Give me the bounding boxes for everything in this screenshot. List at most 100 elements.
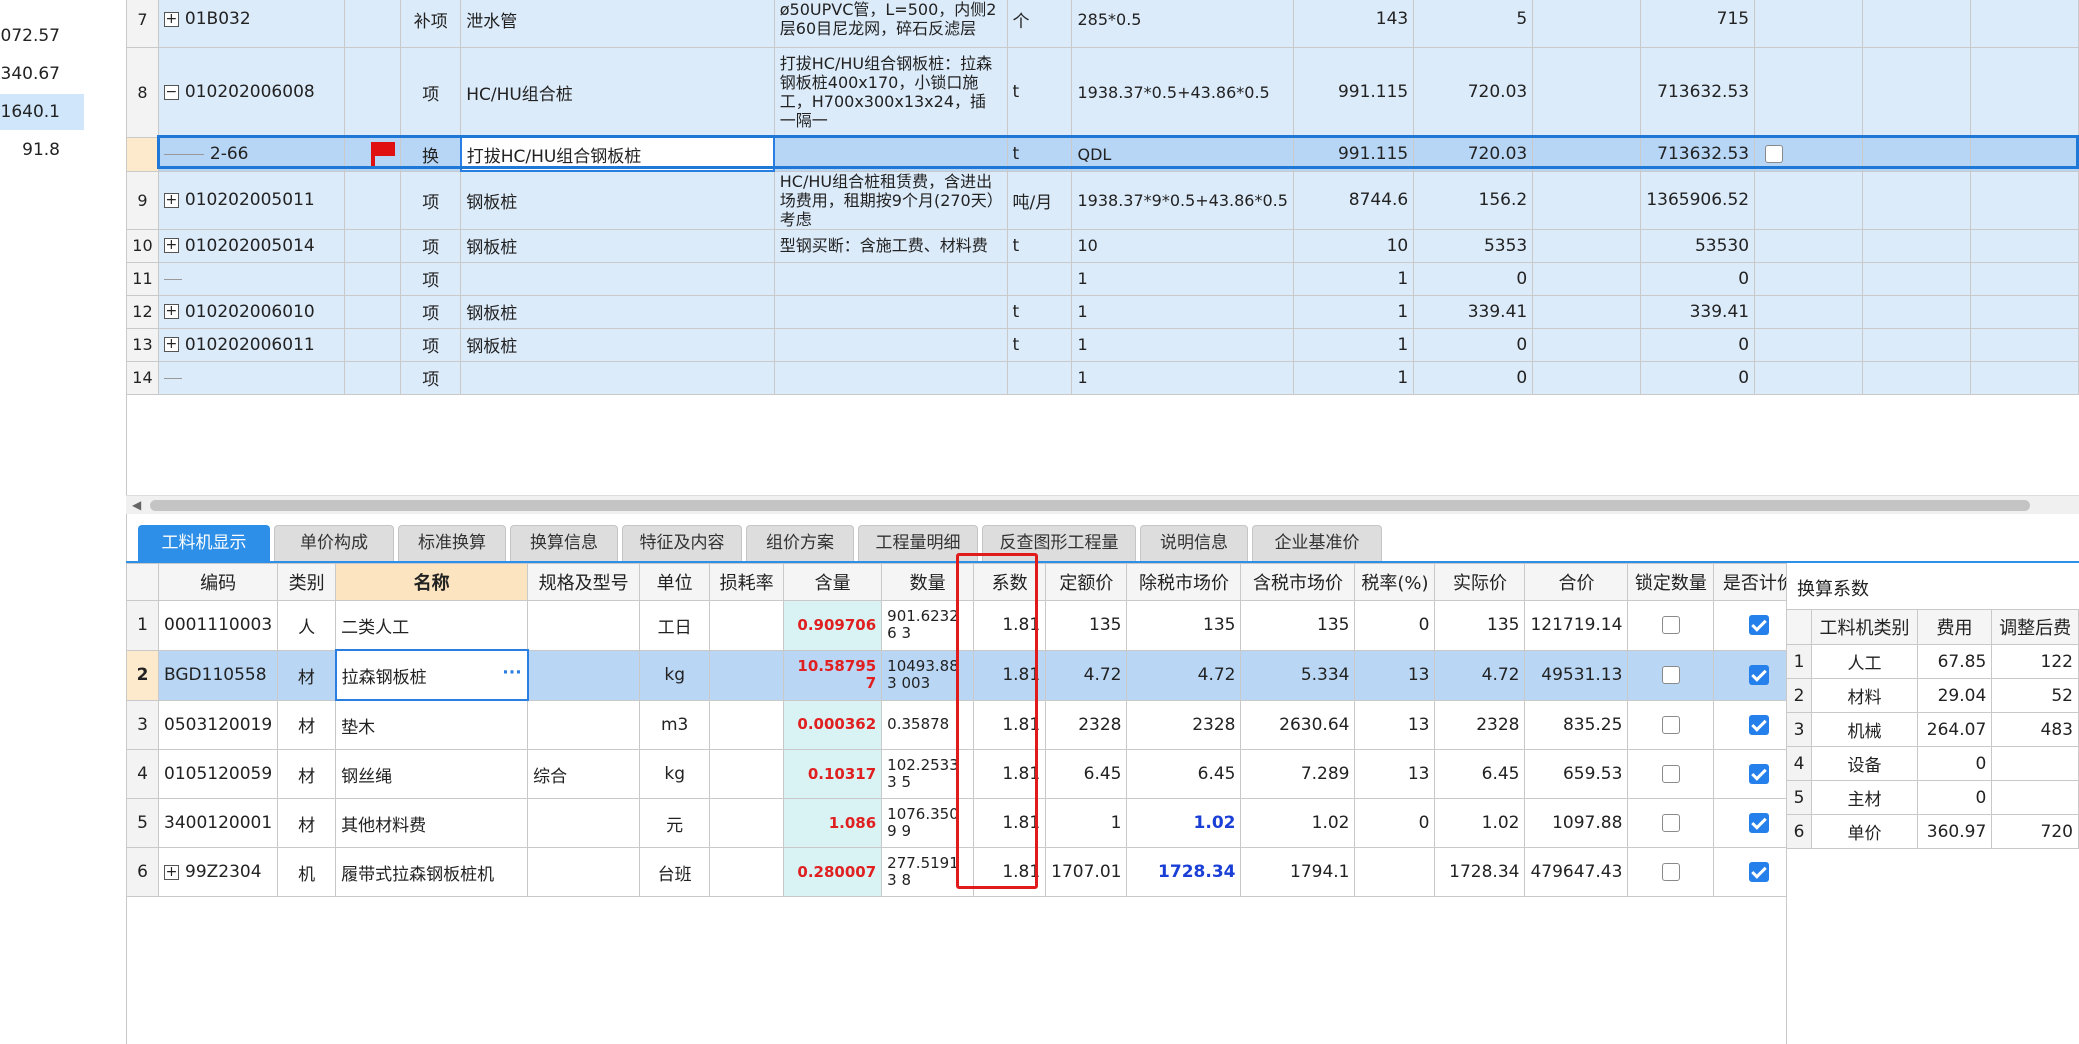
column-header[interactable]: 含税市场价 xyxy=(1240,563,1356,601)
quantity-cell[interactable]: 1 xyxy=(1292,261,1415,296)
tab-7[interactable]: 工程量明细 xyxy=(858,525,978,561)
quantity-expression-cell[interactable]: 1 xyxy=(1071,294,1294,329)
market-price-ex-tax-cell[interactable]: 4.72 xyxy=(1126,649,1242,701)
loss-rate-cell[interactable] xyxy=(709,649,785,701)
column-header[interactable] xyxy=(1785,609,1813,645)
quantity-expression-cell[interactable]: 1 xyxy=(1071,360,1294,395)
item-name-cell[interactable]: HC/HU组合桩 xyxy=(460,47,775,138)
content-cell[interactable]: 0.000362 xyxy=(783,699,883,750)
quantity-expression-cell[interactable]: 1938.37*9*0.5+43.86*0.5 xyxy=(1071,170,1294,230)
resource-code-cell[interactable]: 0105120059 xyxy=(157,749,279,799)
item-code-cell[interactable]: 2-66 xyxy=(157,136,346,172)
pricing-checkbox[interactable] xyxy=(1748,862,1769,882)
lock-quantity-cell[interactable] xyxy=(1627,699,1715,750)
coefficient-row[interactable]: 4 设备 0 xyxy=(1785,746,2079,781)
checkbox-cell[interactable] xyxy=(1754,360,1863,395)
checkbox-cell[interactable] xyxy=(1754,261,1863,296)
item-code-cell[interactable]: −010202006008 xyxy=(157,47,346,138)
scrollbar-thumb[interactable] xyxy=(150,500,2030,511)
loss-rate-cell[interactable] xyxy=(709,847,785,897)
column-header[interactable]: 锁定数量 xyxy=(1627,563,1715,601)
column-header[interactable]: 单位 xyxy=(639,563,711,601)
resource-row[interactable]: 6 +99Z2304 机履带式拉森钢板桩机 台班 0.280007 277.51913 8… xyxy=(126,847,1805,897)
item-name-cell[interactable] xyxy=(460,360,775,395)
coefficient-cell[interactable]: 1.81 xyxy=(973,649,1047,701)
coefficient-row[interactable]: 2 材料 29.04 52 xyxy=(1785,678,2079,713)
quantity-cell[interactable]: 1 xyxy=(1292,327,1415,362)
item-name-cell[interactable]: 钢板桩 xyxy=(460,294,775,329)
resource-name-cell[interactable]: 垫木 xyxy=(335,699,529,750)
lock-quantity-checkbox[interactable] xyxy=(1661,715,1680,734)
resource-code-cell[interactable]: 0503120019 xyxy=(157,699,279,750)
quantity-cell[interactable]: 1 xyxy=(1292,294,1415,329)
item-name-cell[interactable]: 打拔HC/HU组合钢板桩 xyxy=(459,136,776,172)
coefficient-row[interactable]: 5 主材 0 xyxy=(1785,780,2079,815)
lock-quantity-cell[interactable] xyxy=(1627,749,1715,799)
column-header[interactable]: 合价 xyxy=(1524,563,1629,601)
tab-2[interactable]: 单价构成 xyxy=(274,525,394,561)
market-price-ex-tax-cell[interactable]: 6.45 xyxy=(1126,749,1242,799)
left-value-selected[interactable]: 1640.1 xyxy=(0,94,84,130)
checkbox-cell[interactable] xyxy=(1754,170,1863,230)
lock-quantity-checkbox[interactable] xyxy=(1661,814,1680,832)
quantity-expression-cell[interactable]: 285*0.5 xyxy=(1071,0,1294,48)
column-header[interactable]: 定额价 xyxy=(1045,563,1128,601)
column-header[interactable]: 编码 xyxy=(157,563,279,601)
column-header[interactable]: 规格及型号 xyxy=(527,563,641,601)
item-code-cell[interactable] xyxy=(157,261,346,296)
content-cell[interactable]: 0.280007 xyxy=(783,847,883,897)
loss-rate-cell[interactable] xyxy=(709,699,785,750)
checkbox-cell[interactable] xyxy=(1754,228,1863,263)
column-header[interactable]: 费用 xyxy=(1916,609,1993,645)
content-cell[interactable]: 10.58795 7 xyxy=(783,649,883,701)
column-header[interactable]: 损耗率 xyxy=(709,563,785,601)
quantity-expression-cell[interactable]: 1938.37*0.5+43.86*0.5 xyxy=(1071,47,1294,138)
coefficient-row[interactable]: 3 机械 264.07 483 xyxy=(1785,712,2079,747)
quantity-cell[interactable]: 10 xyxy=(1292,228,1415,263)
lock-quantity-checkbox[interactable] xyxy=(1661,765,1680,783)
item-name-cell[interactable]: 钢板桩 xyxy=(460,228,775,263)
quantity-cell[interactable]: 991.115 xyxy=(1292,47,1415,138)
expand-icon[interactable]: + xyxy=(163,337,179,352)
market-price-ex-tax-cell[interactable]: 1728.34 xyxy=(1126,847,1242,897)
checkbox-cell[interactable] xyxy=(1754,0,1863,48)
resource-row[interactable]: 5 3400120001 材其他材料费元 1.086 1076.3509 9 1.81 1 1… xyxy=(126,798,1805,848)
tab-6[interactable]: 组价方案 xyxy=(746,525,854,561)
market-price-ex-tax-cell[interactable]: 1.02 xyxy=(1126,798,1242,848)
resource-name-cell[interactable]: 拉森钢板桩 ··· xyxy=(334,649,529,701)
column-header[interactable] xyxy=(126,563,159,601)
column-header[interactable]: 系数 xyxy=(973,563,1047,601)
resource-code-cell[interactable]: 3400120001 xyxy=(157,798,279,848)
lock-quantity-cell[interactable] xyxy=(1627,798,1715,848)
quantity-expression-cell[interactable]: 1 xyxy=(1071,327,1294,362)
item-code-cell[interactable]: +01B032 xyxy=(157,0,346,48)
loss-rate-cell[interactable] xyxy=(709,600,785,651)
coefficient-cell[interactable]: 1.81 xyxy=(973,749,1047,799)
tab-10[interactable]: 企业基准价 xyxy=(1252,525,1382,561)
loss-rate-cell[interactable] xyxy=(709,798,785,848)
lock-quantity-checkbox[interactable] xyxy=(1661,863,1680,881)
item-code-cell[interactable]: +010202006011 xyxy=(157,327,346,362)
resource-code-cell[interactable]: +99Z2304 xyxy=(157,847,279,897)
column-header[interactable]: 实际价 xyxy=(1434,563,1526,601)
bill-row[interactable]: 12 +010202006010 项钢板桩 t 1 1 339.41 339.41 xyxy=(126,294,2079,329)
pricing-checkbox[interactable] xyxy=(1748,813,1769,833)
bill-row[interactable]: 11 项 1 1 0 0 xyxy=(126,261,2079,296)
collapse-icon[interactable]: − xyxy=(163,84,179,100)
bill-row[interactable]: 2-66 换打拔HC/HU组合钢板桩 t QDL 991.115 720.03 713632… xyxy=(126,136,2079,172)
column-header[interactable]: 税率(%) xyxy=(1354,563,1436,601)
tab-8[interactable]: 反查图形工程量 xyxy=(982,525,1136,561)
checkbox-cell[interactable] xyxy=(1754,327,1863,362)
more-icon[interactable]: ··· xyxy=(502,663,521,683)
item-name-cell[interactable]: 泄水管 xyxy=(460,0,775,48)
resource-row[interactable]: 2 BGD110558 材拉森钢板桩 ··· kg 10.58795 7 10493.883… xyxy=(126,649,1805,701)
item-code-cell[interactable]: +010202005014 xyxy=(157,228,346,263)
coefficient-row[interactable]: 1 人工 67.85 122 xyxy=(1785,644,2079,679)
horizontal-scrollbar[interactable]: ◀ xyxy=(126,495,2079,514)
coefficient-cell[interactable]: 1.81 xyxy=(973,798,1047,848)
quantity-expression-cell[interactable]: QDL xyxy=(1071,136,1294,172)
tab-1[interactable]: 工料机显示 xyxy=(138,525,270,561)
bill-row[interactable]: 8−010202006008 项 HC/HU组合桩 打拔HC/HU组合钢板桩：拉森钢板… xyxy=(126,47,2079,138)
column-header[interactable]: 数量 xyxy=(881,563,975,601)
pricing-checkbox[interactable] xyxy=(1748,714,1769,735)
